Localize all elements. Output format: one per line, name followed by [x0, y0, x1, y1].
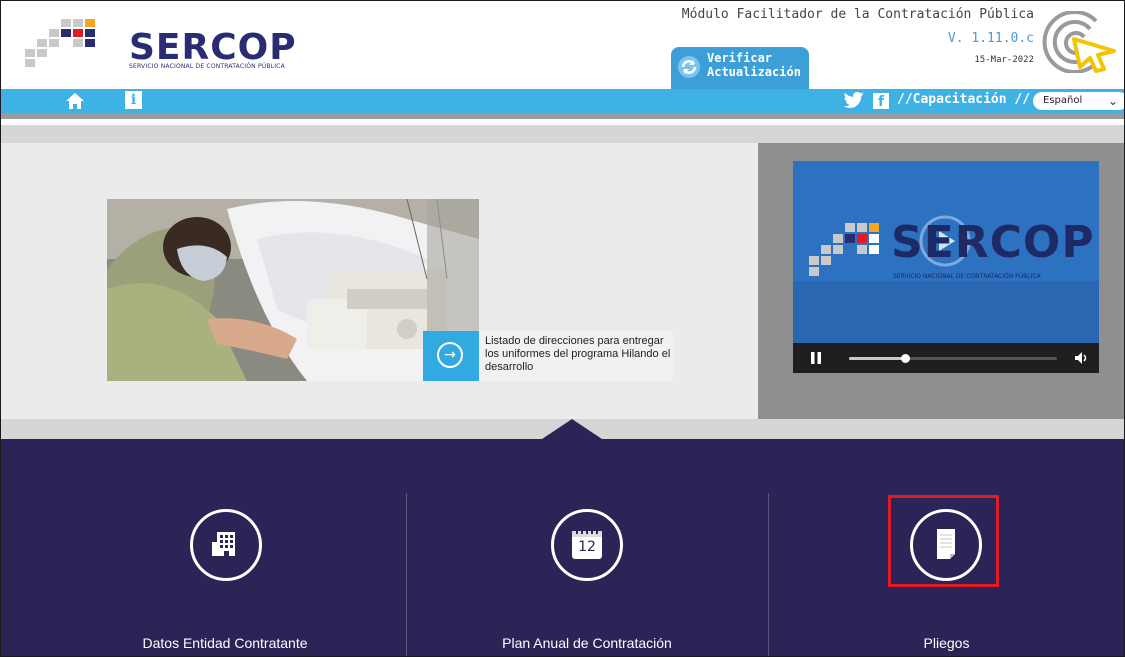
home-icon[interactable] [65, 91, 85, 111]
video-progress-fill [849, 357, 906, 360]
info-icon[interactable]: i [125, 91, 142, 109]
card-label: Datos Entidad Contratante [142, 635, 308, 651]
verify-label-line1: Verificar [707, 51, 773, 65]
version-label: V. 1.11.0.c [947, 31, 1034, 46]
video-progress-knob[interactable] [901, 354, 911, 363]
top-navbar: i f //Capacitación // Español ⌄ [1, 89, 1124, 113]
language-value: Español [1043, 95, 1083, 106]
verify-label-line2: Actualización [707, 65, 801, 79]
volume-icon[interactable] [1075, 352, 1089, 364]
video-logo-subtitle: SERVICIO NACIONAL DE CONTRATACIÓN PÚBLIC… [893, 273, 1041, 280]
building-icon-circle [190, 509, 262, 581]
card-plan-anual[interactable]: 12 Plan Anual de Contratación [407, 439, 767, 656]
capacitacion-link[interactable]: //Capacitación // [897, 92, 1030, 107]
pause-icon[interactable] [811, 352, 821, 364]
banner-caption: Listado de direcciones para entregar los… [485, 335, 671, 373]
module-title: Módulo Facilitador de la Contratación Pú… [681, 7, 1034, 22]
twitter-icon[interactable] [843, 92, 865, 110]
header: SERCOP SERVICIO NACIONAL DE CONTRATACIÓN… [1, 1, 1124, 89]
calendar-icon-circle: 12 [551, 509, 623, 581]
refresh-icon [678, 56, 700, 78]
next-arrow-button[interactable]: → [423, 331, 479, 381]
date-label: 15-Mar-2022 [974, 55, 1034, 65]
building-icon [212, 532, 235, 556]
verify-update-button[interactable]: Verificar Actualización [671, 47, 809, 89]
language-select[interactable]: Español ⌄ [1033, 92, 1124, 110]
app-window: SERCOP SERVICIO NACIONAL DE CONTRATACIÓN… [0, 0, 1125, 657]
chevron-down-icon: ⌄ [1107, 94, 1118, 108]
card-datos-entidad[interactable]: Datos Entidad Contratante [45, 439, 405, 656]
logo-subtitle: SERVICIO NACIONAL DE CONTRATACIÓN PÚBLIC… [129, 63, 285, 70]
arrow-right-icon: → [437, 342, 463, 368]
logo-title: SERCOP [129, 27, 297, 68]
card-label: Plan Anual de Contratación [502, 635, 672, 651]
video-player[interactable]: SERCOP SERVICIO NACIONAL DE CONTRATACIÓN… [793, 161, 1099, 373]
video-panel: SERCOP SERVICIO NACIONAL DE CONTRATACIÓN… [758, 143, 1124, 419]
top-band [1, 125, 1124, 143]
cursor-logo-icon [1042, 11, 1116, 73]
video-progress-bar[interactable] [849, 354, 1057, 363]
facebook-icon[interactable]: f [873, 93, 889, 110]
calendar-day: 12 [578, 539, 596, 555]
pixel-logo-icon [25, 19, 95, 67]
news-area: → Listado de direcciones para entregar l… [1, 143, 758, 419]
panel-pointer [542, 419, 602, 439]
separator [1, 113, 1124, 119]
sercop-logo[interactable]: SERCOP SERVICIO NACIONAL DE CONTRATACIÓN… [25, 15, 297, 75]
card-label: Pliegos [923, 635, 970, 651]
highlight-box [888, 495, 999, 587]
banner-caption-box[interactable]: → Listado de direcciones para entregar l… [423, 331, 673, 381]
video-logo-title: SERCOP [891, 217, 1095, 268]
video-controls [793, 343, 1099, 373]
